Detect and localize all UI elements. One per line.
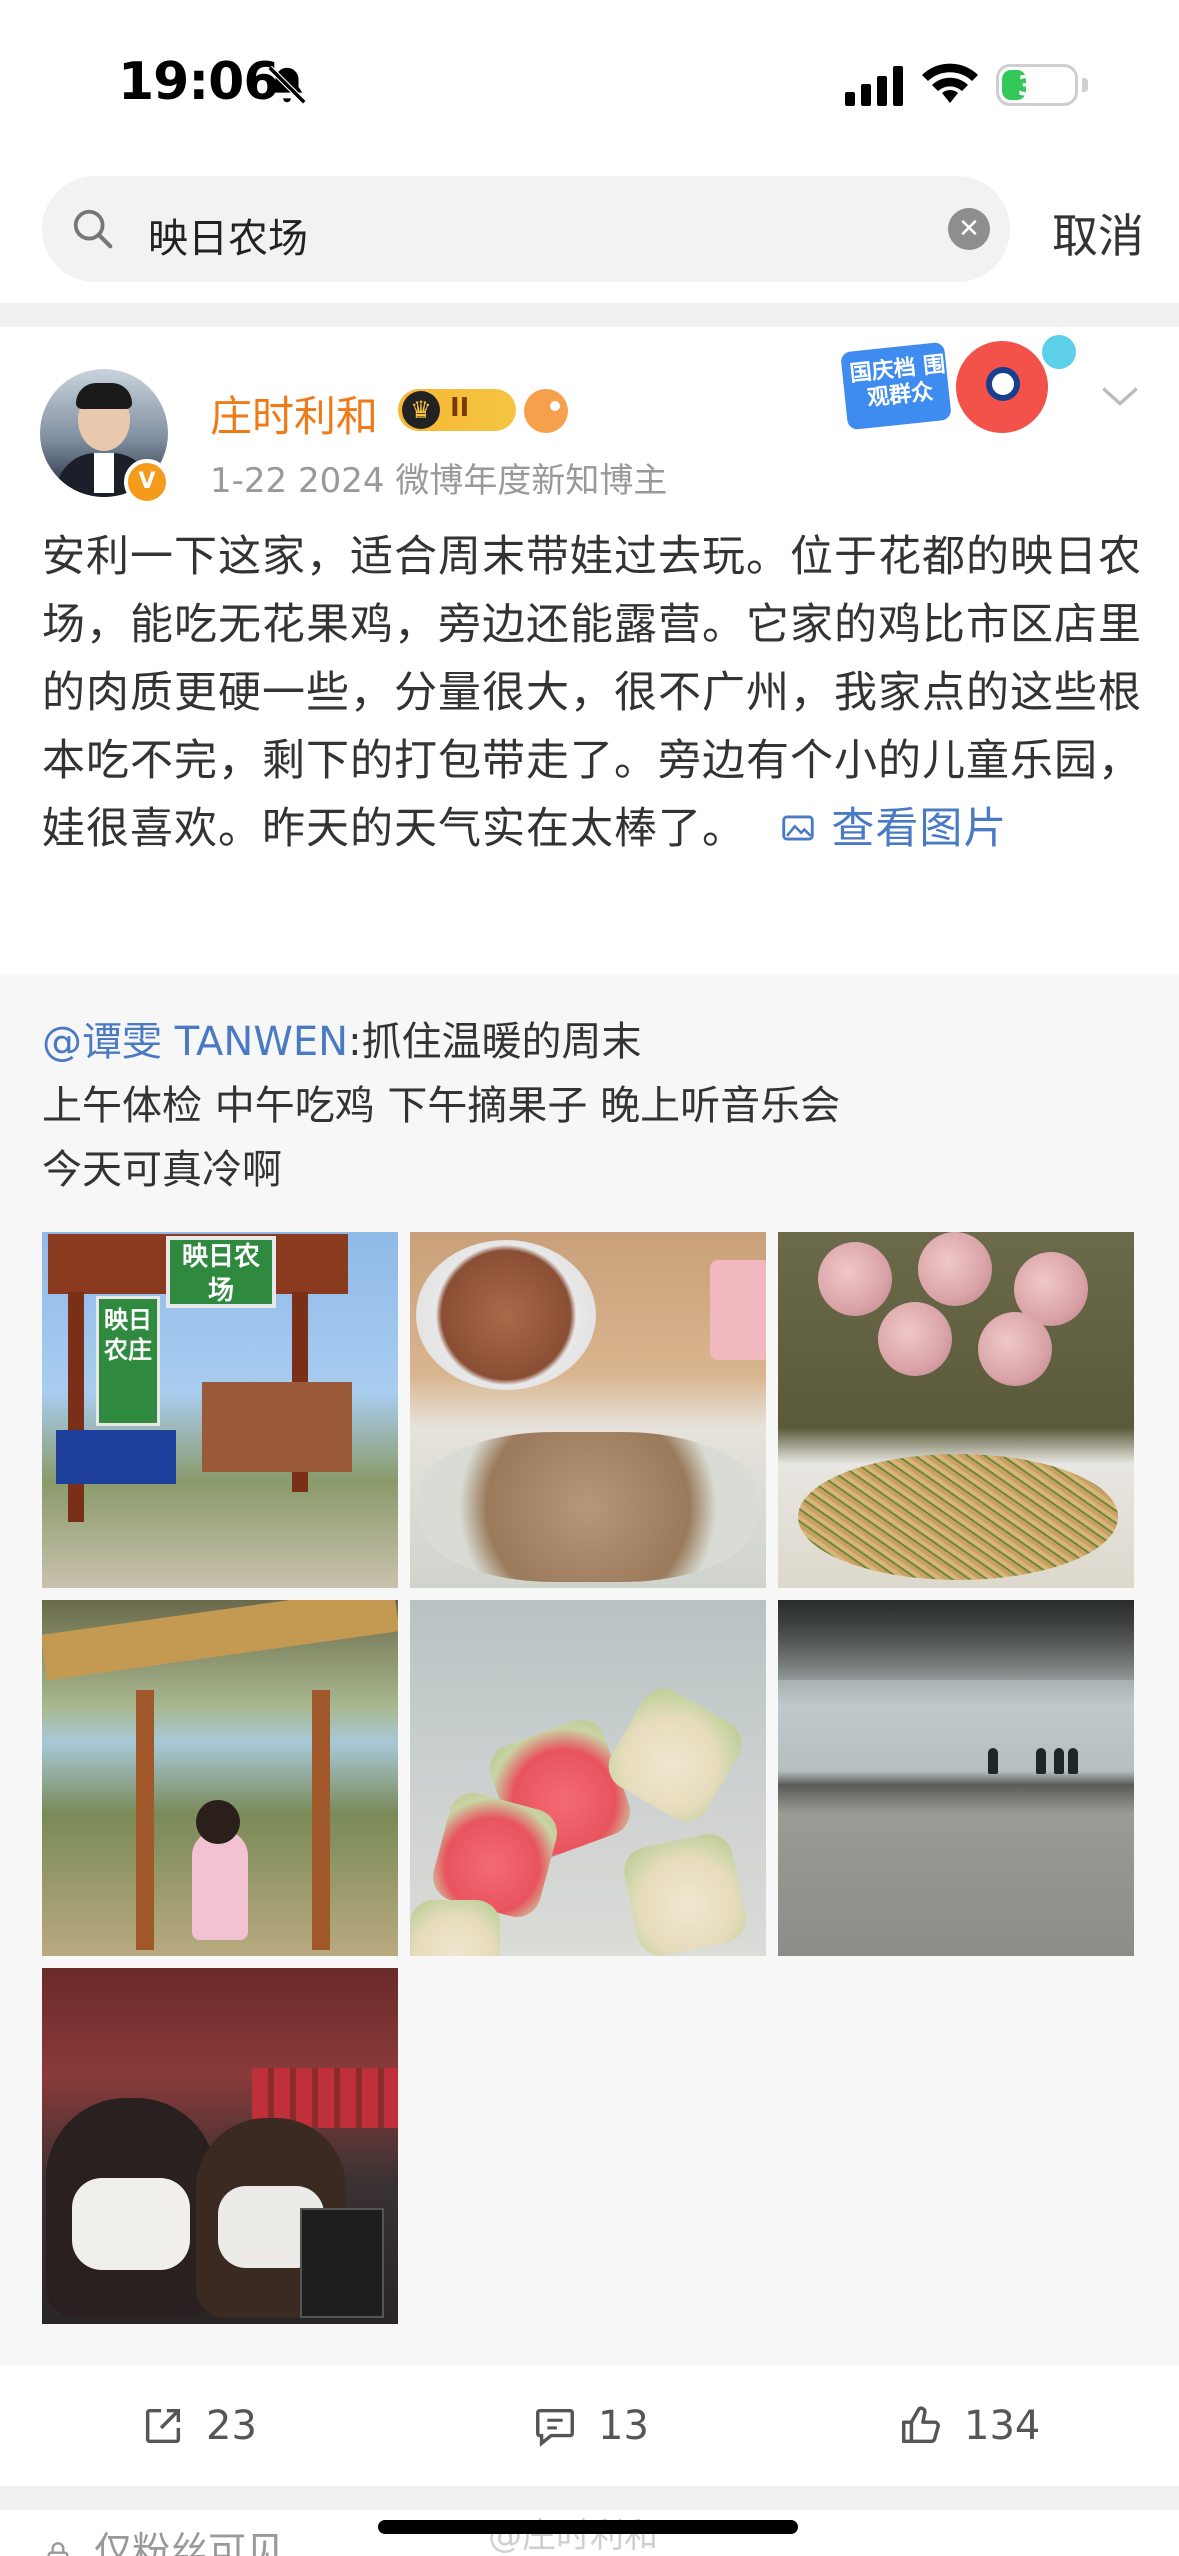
mascot-eye: [986, 367, 1020, 401]
promo-banner[interactable]: 国庆档 围观群众: [836, 335, 1086, 455]
comment-icon: [536, 2408, 574, 2447]
retweet-first-line: @谭雯 TANWEN:抓住温暖的周末: [42, 1010, 642, 1074]
like-count: 134: [964, 2403, 1041, 2449]
status-bar: 19:06 31: [0, 0, 1179, 170]
search-row: 映日农场 ✕ 取消: [0, 170, 1179, 300]
tree-canopy: [778, 1600, 1134, 1680]
post-meta: 1-22 2024 微博年度新知博主: [210, 453, 667, 502]
section-divider: [0, 303, 1179, 327]
pink-cup: [710, 1260, 766, 1360]
author-name[interactable]: 庄时利和: [210, 383, 378, 444]
status-time: 19:06: [118, 52, 280, 112]
section-divider-bottom: [0, 2486, 1179, 2510]
chicken-plate: [416, 1240, 596, 1390]
wifi-icon: [922, 63, 978, 103]
guava-slice: [619, 1829, 751, 1956]
meatball: [918, 1232, 992, 1306]
mascot-icon: [956, 341, 1048, 433]
comment-count: 13: [598, 2403, 649, 2449]
meatball: [878, 1302, 952, 1376]
post-action-bar: 23 13 134: [0, 2366, 1179, 2486]
clear-search-icon[interactable]: ✕: [948, 208, 990, 250]
fish-badge-icon[interactable]: [524, 389, 568, 433]
meatball: [818, 1242, 892, 1316]
level-badge-text: II: [450, 393, 470, 423]
fish-eye: [550, 401, 560, 411]
author-title: 2024 微博年度新知博主: [297, 461, 668, 501]
retweet-image-5[interactable]: [410, 1600, 766, 1956]
retweet-text-line2: 上午体检 中午吃鸡 下午摘果子 晚上听音乐会: [42, 1083, 841, 1129]
fig-chicken-plate: [420, 1432, 756, 1582]
person-figure: [1036, 1748, 1046, 1774]
child-head: [196, 1800, 240, 1844]
battery-tip: [1082, 78, 1088, 92]
cellular-signal-icon: [845, 66, 903, 106]
comment-button[interactable]: 13: [532, 2396, 649, 2456]
retweet-image-7[interactable]: [42, 1968, 398, 2324]
farm-building: [202, 1382, 352, 1472]
level-badge[interactable]: ♛ II: [398, 389, 516, 431]
person-figure: [1068, 1748, 1078, 1774]
share-icon: [145, 2408, 181, 2444]
avatar-shirt: [94, 453, 114, 493]
retweet-block[interactable]: @谭雯 TANWEN:抓住温暖的周末 上午体检 中午吃鸡 下午摘果子 晚上听音乐…: [0, 974, 1179, 2366]
retweet-image-4[interactable]: [42, 1600, 398, 1956]
post-date: 1-22: [210, 461, 288, 501]
meatball: [978, 1312, 1052, 1386]
view-images-label: 查看图片: [831, 804, 1008, 854]
repost-count: 23: [206, 2403, 257, 2449]
child-figure: [192, 1830, 248, 1940]
lock-icon: [47, 2541, 69, 2556]
gate-vertical-sign: 映日农庄: [96, 1296, 160, 1426]
avatar-hair: [76, 383, 132, 409]
retweet-image-6[interactable]: [778, 1600, 1134, 1956]
search-icon: [73, 209, 113, 249]
swing-beam: [42, 1600, 398, 1681]
concert-program: [300, 2208, 384, 2318]
noodles-plate: [798, 1454, 1118, 1580]
retweet-text-line3: 今天可真冷啊: [42, 1147, 282, 1193]
visibility-text: 仅粉丝可见: [94, 2529, 285, 2556]
home-indicator[interactable]: [378, 2520, 798, 2534]
repost-button[interactable]: 23: [140, 2396, 257, 2456]
retweet-image-1[interactable]: 映日农场 映日农庄: [42, 1232, 398, 1588]
guava-slice: [410, 1900, 500, 1956]
visibility-label: 仅粉丝可见: [42, 2520, 284, 2556]
sparkle-icon: [1042, 335, 1076, 369]
gate-pillar-left: [68, 1292, 84, 1522]
swing-post-right: [312, 1690, 330, 1950]
bell-off-icon: [267, 65, 307, 105]
like-button[interactable]: 134: [898, 2396, 1040, 2456]
view-images-link[interactable]: 查看图片: [761, 804, 1008, 854]
face-mask-left: [72, 2178, 190, 2270]
gate-arch-sign: 映日农场: [166, 1236, 276, 1308]
swing-post-left: [136, 1690, 154, 1950]
retweet-separator: :: [348, 1019, 362, 1065]
cancel-button[interactable]: 取消: [1052, 200, 1144, 266]
person-figure: [988, 1748, 998, 1774]
blue-board: [56, 1430, 176, 1484]
retweet-image-2[interactable]: [410, 1232, 766, 1588]
retweet-text-line1: 抓住温暖的周末: [361, 1019, 642, 1065]
post-body: 安利一下这家，适合周末带娃过去玩。位于花都的映日农场，能吃无花果鸡，旁边还能露营…: [42, 523, 1142, 863]
search-input[interactable]: 映日农场 ✕: [42, 176, 1010, 282]
battery-indicator: 31: [996, 64, 1078, 106]
person-figure: [1054, 1748, 1064, 1774]
battery-level-text: 31: [1017, 69, 1057, 102]
promo-banner-text: 国庆档 围观群众: [848, 352, 947, 412]
search-query-text: 映日农场: [148, 216, 308, 262]
retweet-image-3[interactable]: [778, 1232, 1134, 1588]
verified-badge-icon: V: [124, 459, 170, 505]
chevron-down-icon[interactable]: [1100, 383, 1140, 411]
retweet-user-link[interactable]: @谭雯 TANWEN: [42, 1019, 348, 1065]
crown-icon: ♛: [402, 391, 440, 429]
thumbs-up-icon: [902, 2406, 940, 2444]
image-icon: [781, 815, 814, 841]
